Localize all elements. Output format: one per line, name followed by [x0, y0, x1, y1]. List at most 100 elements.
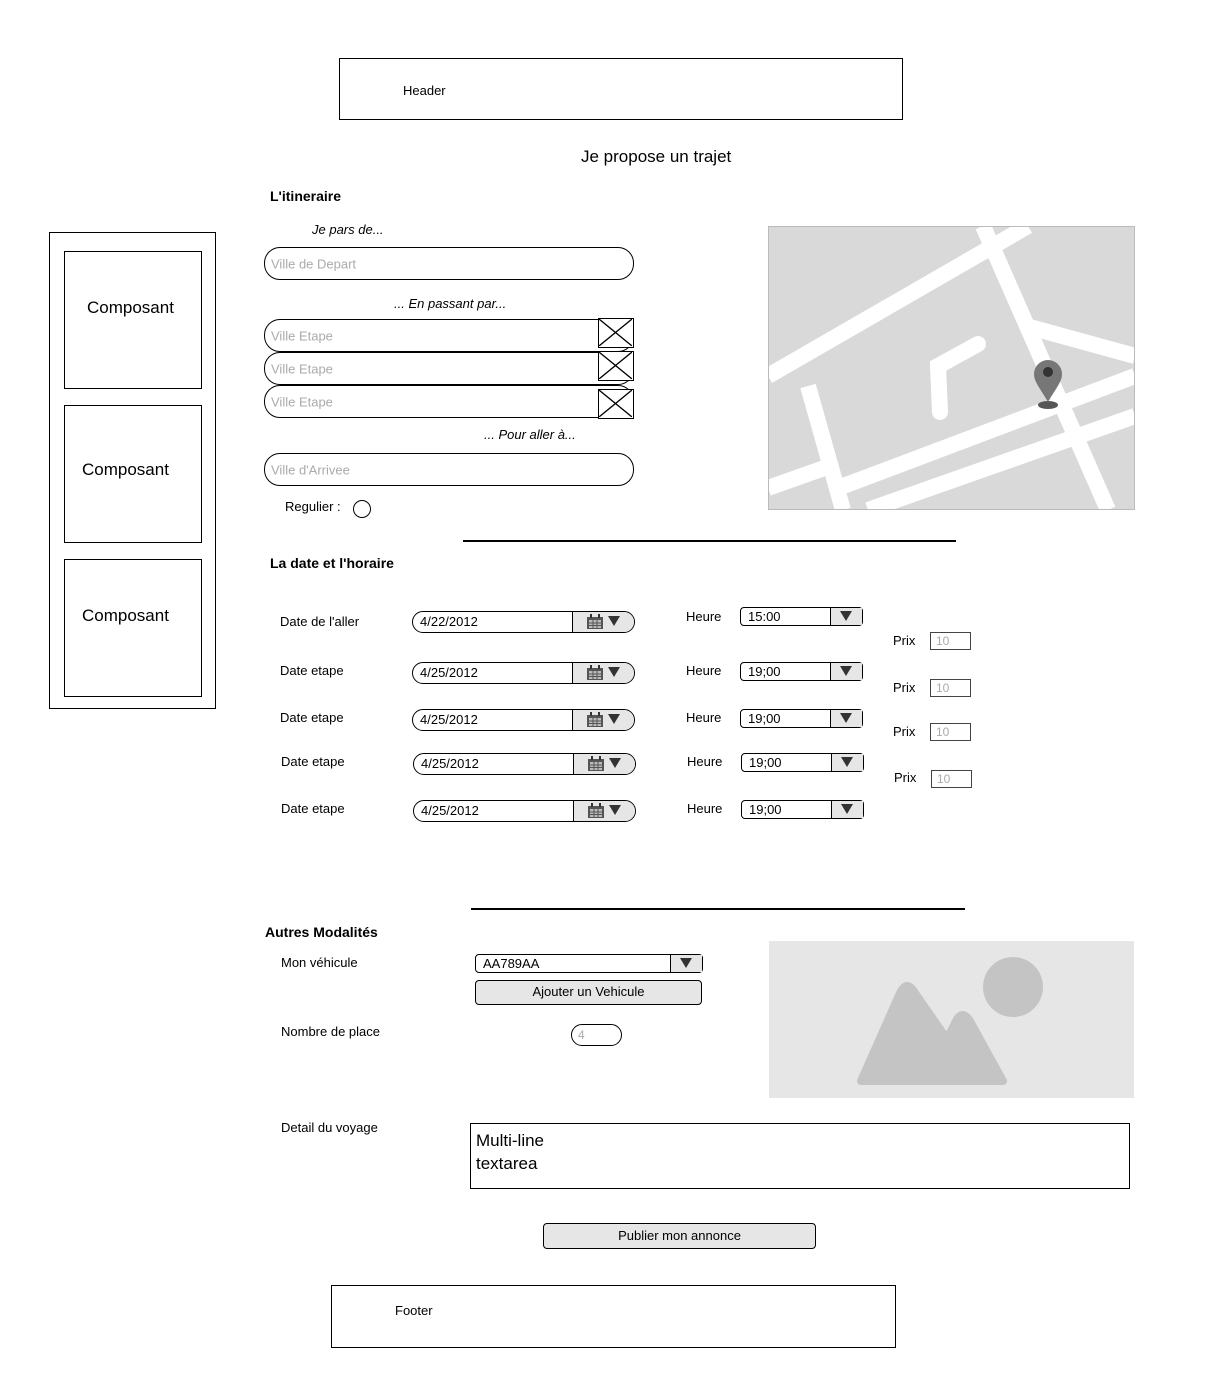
seats-input[interactable]: 4	[571, 1024, 622, 1046]
textarea-line-1: Multi-line	[476, 1131, 545, 1150]
time-dropdown-button[interactable]	[830, 663, 862, 680]
image-placeholder	[769, 941, 1134, 1098]
remove-step-button-1[interactable]	[598, 318, 634, 348]
vehicle-dropdown-button[interactable]	[670, 955, 702, 972]
close-icon	[599, 352, 632, 379]
date-picker-button[interactable]	[573, 754, 635, 774]
time-select[interactable]: 15:00	[740, 607, 863, 626]
remove-step-button-2[interactable]	[598, 351, 634, 381]
date-picker-button[interactable]	[572, 710, 634, 730]
date-value: 4/22/2012	[420, 614, 478, 629]
time-select[interactable]: 19;00	[741, 800, 864, 819]
heure-label: Heure	[687, 801, 723, 816]
dropdown-arrow-icon	[841, 804, 853, 814]
date-picker[interactable]: 4/25/2012	[412, 662, 635, 684]
publish-button-label: Publier mon annonce	[618, 1228, 741, 1243]
heure-label: Heure	[686, 710, 722, 725]
add-vehicle-label: Ajouter un Vehicule	[532, 984, 645, 999]
prix-placeholder: 10	[936, 725, 950, 739]
time-value: 19;00	[749, 802, 782, 817]
component-label: Composant	[82, 606, 169, 625]
header: Header	[339, 58, 903, 120]
heure-label: Heure	[686, 609, 722, 624]
date-picker[interactable]: 4/25/2012	[413, 800, 636, 822]
page-title: Je propose un trajet	[581, 147, 732, 166]
time-dropdown-button[interactable]	[831, 801, 863, 818]
regular-radio[interactable]	[353, 500, 371, 518]
vehicle-label: Mon véhicule	[281, 955, 358, 970]
time-dropdown-button[interactable]	[830, 710, 862, 727]
step-input-1[interactable]: Ville Etape	[264, 319, 634, 352]
component-label: Composant	[82, 460, 169, 479]
dropdown-arrow-icon	[608, 616, 620, 626]
date-label: Date etape	[280, 710, 344, 725]
time-select[interactable]: 19;00	[741, 753, 864, 772]
dropdown-arrow-icon	[840, 713, 852, 723]
schedule-heading: La date et l'horaire	[270, 555, 394, 571]
remove-step-button-3[interactable]	[598, 389, 634, 419]
map[interactable]	[768, 226, 1135, 510]
arrival-input[interactable]: Ville d'Arrivee	[264, 453, 634, 486]
vehicle-value: AA789AA	[483, 956, 540, 971]
prix-label: Prix	[893, 633, 916, 648]
close-icon	[599, 319, 632, 346]
seats-label: Nombre de place	[281, 1024, 380, 1039]
time-dropdown-button[interactable]	[831, 754, 863, 771]
vehicle-select[interactable]: AA789AA	[475, 954, 703, 973]
prix-placeholder: 10	[936, 681, 950, 695]
sidebar: Composant Composant Composant	[49, 232, 216, 709]
step-input-2[interactable]: Ville Etape	[264, 352, 634, 385]
time-select[interactable]: 19;00	[740, 709, 863, 728]
prix-label: Prix	[894, 770, 917, 785]
step-input-3[interactable]: Ville Etape	[264, 385, 634, 418]
date-picker-button[interactable]	[572, 612, 634, 632]
date-picker-button[interactable]	[572, 663, 634, 683]
heure-label: Heure	[687, 754, 723, 769]
dropdown-arrow-icon	[840, 666, 852, 676]
footer: Footer	[331, 1285, 896, 1348]
step-placeholder: Ville Etape	[271, 394, 333, 409]
date-value: 4/25/2012	[420, 712, 478, 727]
sidebar-component-2[interactable]: Composant	[64, 405, 202, 543]
calendar-icon	[587, 614, 603, 629]
footer-label: Footer	[395, 1303, 433, 1318]
detail-textarea[interactable]: Multi-line textarea	[470, 1123, 1130, 1189]
date-value: 4/25/2012	[421, 803, 479, 818]
departure-input[interactable]: Ville de Depart	[264, 247, 634, 280]
time-dropdown-button[interactable]	[830, 608, 862, 625]
date-picker-button[interactable]	[573, 801, 635, 821]
date-label: Date etape	[280, 663, 344, 678]
sidebar-component-1[interactable]: Composant	[64, 251, 202, 389]
time-select[interactable]: 19;00	[740, 662, 863, 681]
date-picker[interactable]: 4/25/2012	[413, 753, 636, 775]
close-icon	[599, 390, 632, 417]
time-value: 15:00	[748, 609, 781, 624]
calendar-icon	[588, 803, 604, 818]
dropdown-arrow-icon	[608, 667, 620, 677]
date-picker[interactable]: 4/22/2012	[412, 611, 635, 633]
map-image	[769, 227, 1134, 509]
component-label: Composant	[87, 298, 174, 317]
date-picker[interactable]: 4/25/2012	[412, 709, 635, 731]
prix-label: Prix	[893, 724, 916, 739]
add-vehicle-button[interactable]: Ajouter un Vehicule	[475, 980, 702, 1005]
prix-label: Prix	[893, 680, 916, 695]
prix-input[interactable]: 10	[930, 679, 971, 697]
date-label: Date etape	[281, 754, 345, 769]
prix-input[interactable]: 10	[931, 770, 972, 788]
prix-placeholder: 10	[936, 634, 950, 648]
date-label: Date etape	[281, 801, 345, 816]
dropdown-arrow-icon	[609, 758, 621, 768]
dropdown-arrow-icon	[608, 714, 620, 724]
prix-input[interactable]: 10	[930, 632, 971, 650]
calendar-icon	[587, 665, 603, 680]
time-value: 19;00	[749, 755, 782, 770]
arrival-placeholder: Ville d'Arrivee	[271, 462, 350, 477]
seats-placeholder: 4	[578, 1028, 585, 1042]
regular-label: Regulier :	[285, 499, 341, 514]
itinerary-heading: L'itineraire	[270, 188, 342, 204]
sidebar-component-3[interactable]: Composant	[64, 559, 202, 697]
dropdown-arrow-icon	[841, 757, 853, 767]
publish-button[interactable]: Publier mon annonce	[543, 1223, 816, 1249]
prix-input[interactable]: 10	[930, 723, 971, 741]
